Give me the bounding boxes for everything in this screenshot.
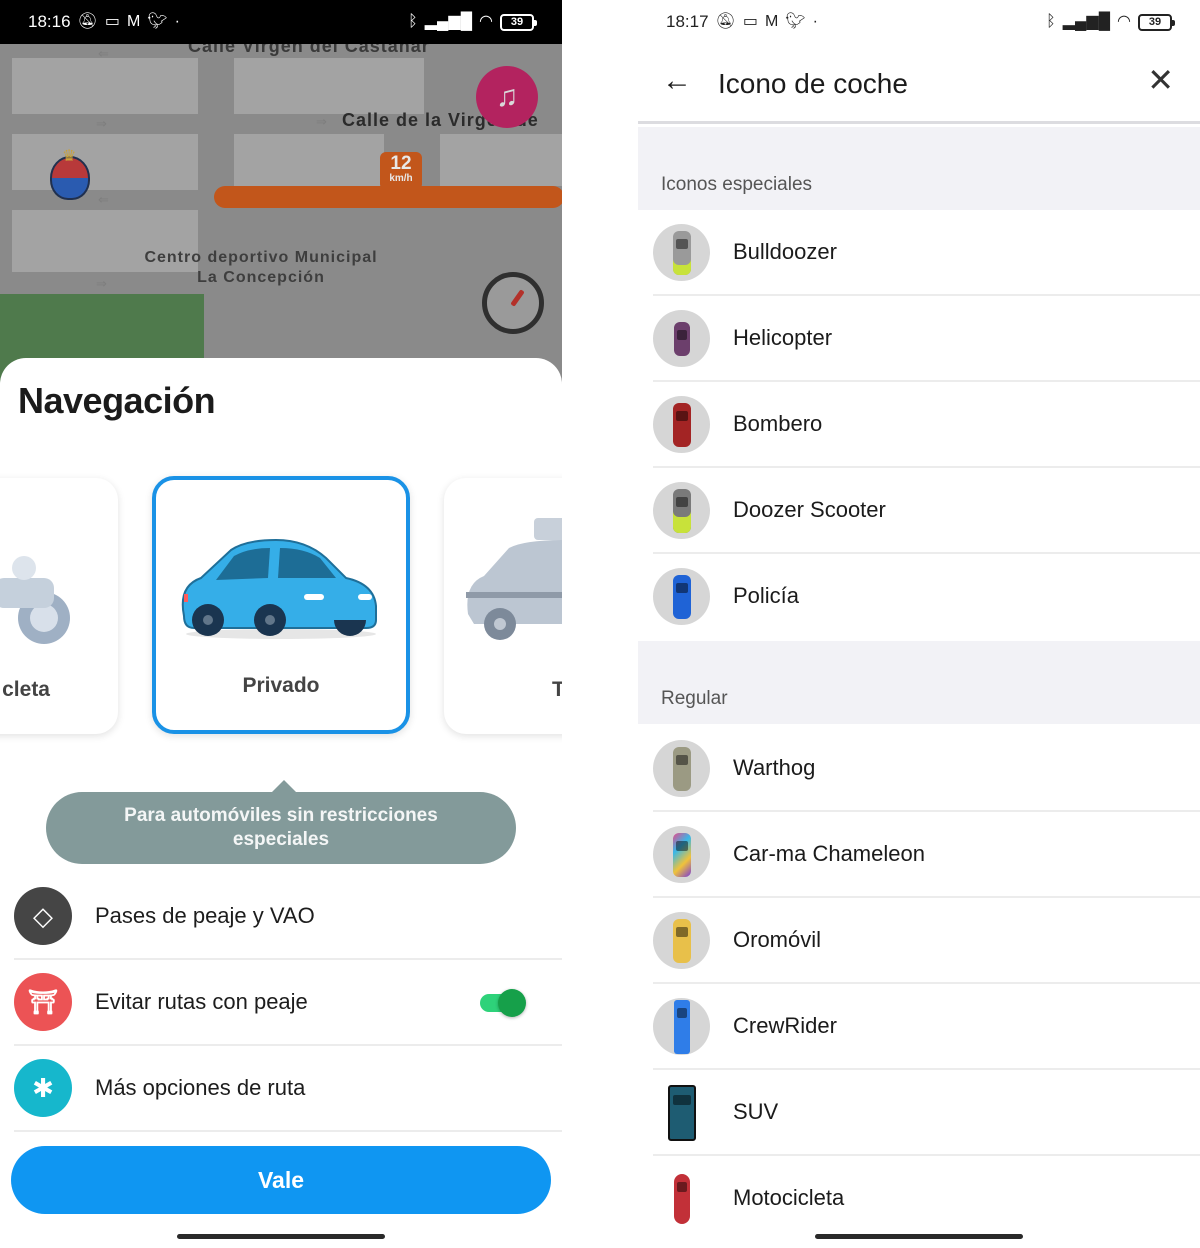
twitter-icon: 🐦︎: [785, 13, 806, 30]
music-note-icon: ♫: [495, 80, 519, 113]
bulldozer-icon: [653, 224, 710, 281]
home-indicator[interactable]: [177, 1234, 385, 1239]
police-car-icon: [653, 568, 710, 625]
map-block: [12, 58, 198, 114]
speedometer-icon[interactable]: [482, 272, 544, 334]
chameleon-car-icon: [653, 826, 710, 883]
navigation-screen: 18:16 🔕︎ ▭ M 🐦︎ · ᛒ ▂▄▆█ ◠ 39 ⇐ ⇒ ⇒ ⇐ ⇒ …: [0, 0, 562, 1248]
dot-icon: ·: [812, 13, 818, 30]
vehicle-mode-taxi[interactable]: T: [444, 478, 562, 734]
option-avoid-tolls[interactable]: ⛩︎ Evitar rutas con peaje: [14, 960, 562, 1046]
suv-icon: [653, 1084, 710, 1141]
gmail-icon: M: [126, 13, 141, 30]
car-icon-item[interactable]: Bombero: [638, 382, 1200, 468]
car-icon-item[interactable]: Oromóvil: [638, 898, 1200, 984]
gmail-icon: M: [764, 13, 779, 30]
close-icon: ✕: [1147, 62, 1174, 98]
navigation-bottom-sheet: Navegación cleta Privado T Para automóvi…: [0, 358, 562, 1248]
crew-van-icon: [653, 998, 710, 1055]
direction-arrow-icon: ⇒: [96, 276, 107, 291]
arrow-left-icon: ←: [662, 64, 692, 97]
vehicle-description-tooltip: Para automóviles sin restricciones espec…: [46, 780, 516, 864]
map-block: [12, 134, 198, 190]
home-indicator[interactable]: [815, 1234, 1023, 1239]
map-block: [440, 134, 562, 186]
car-icon-item[interactable]: Bulldoozer: [638, 210, 1200, 296]
map-block: [234, 58, 424, 114]
mute-icon: 🔕︎: [715, 13, 736, 30]
map-block: [234, 134, 384, 186]
helicopter-icon: [653, 310, 710, 367]
bluetooth-icon: ᛒ: [408, 13, 418, 30]
signal-icon: ▂▄▆█: [1062, 13, 1111, 30]
toll-booth-icon: ⛩︎: [14, 973, 72, 1031]
twitter-icon: 🐦︎: [147, 13, 168, 30]
laptop-icon: ▭: [104, 13, 120, 30]
warthog-icon: [653, 740, 710, 797]
signal-icon: ▂▄▆█: [424, 13, 473, 30]
motorcycle-icon: [0, 556, 70, 644]
car-icon-item[interactable]: Doozer Scooter: [638, 468, 1200, 554]
car-icon-item[interactable]: Car-ma Chameleon: [638, 812, 1200, 898]
car-icon-item[interactable]: SUV: [638, 1070, 1200, 1156]
route-options-icon: ✱: [14, 1059, 72, 1117]
vehicle-mode-motorcycle[interactable]: cleta: [0, 478, 118, 734]
car-icon-item[interactable]: CrewRider: [638, 984, 1200, 1070]
battery-indicator: 39: [1138, 13, 1175, 31]
taxi-icon: [466, 518, 562, 640]
battery-indicator: 39: [500, 13, 537, 31]
option-toll-passes[interactable]: ◇ Pases de peaje y VAO: [14, 874, 562, 960]
wifi-icon: ◠: [1117, 13, 1131, 30]
fire-truck-icon: [653, 396, 710, 453]
bluetooth-icon: ᛒ: [1046, 13, 1056, 30]
street-label: Calle Virgen del Castañar: [188, 44, 430, 56]
direction-arrow-icon: ⇒: [316, 114, 327, 129]
laptop-icon: ▭: [742, 13, 758, 30]
close-button[interactable]: ✕: [1147, 64, 1174, 96]
avoid-tolls-toggle[interactable]: [480, 989, 526, 1017]
car-icon-item[interactable]: Warthog: [638, 726, 1200, 812]
dot-icon: ·: [174, 13, 180, 30]
map-view[interactable]: ⇐ ⇒ ⇒ ⇐ ⇒ Calle Virgen del Castañar Call…: [0, 44, 562, 384]
section-header-special: Iconos especiales: [638, 127, 1200, 210]
status-time: 18:17: [666, 12, 709, 31]
page-title: Icono de coche: [718, 68, 908, 99]
car-icon-item[interactable]: Helicopter: [638, 296, 1200, 382]
motorcycle-icon: [653, 1170, 710, 1227]
toll-pass-diamond-icon: ◇: [14, 887, 72, 945]
car-icon-screen: 18:17 🔕︎ ▭ M 🐦︎ · ᛒ ▂▄▆█ ◠ 39 ← Icono de…: [638, 0, 1200, 1248]
wifi-icon: ◠: [479, 13, 493, 30]
option-more-route-options[interactable]: ✱ Más opciones de ruta: [14, 1046, 562, 1132]
back-button[interactable]: ←: [662, 66, 692, 96]
vehicle-mode-private-car[interactable]: Privado: [152, 476, 410, 734]
gold-car-icon: [653, 912, 710, 969]
status-time: 18:16: [28, 12, 71, 31]
music-button[interactable]: ♫: [476, 66, 538, 128]
sheet-title: Navegación: [18, 380, 216, 421]
direction-arrow-icon: ⇐: [98, 46, 109, 61]
status-bar: 18:17 🔕︎ ▭ M 🐦︎ · ᛒ ▂▄▆█ ◠ 39: [638, 0, 1200, 44]
speed-limit-badge: 12 km/h: [380, 152, 422, 190]
app-bar: ← Icono de coche ✕: [638, 44, 1200, 124]
section-header-regular: Regular: [638, 641, 1200, 724]
direction-arrow-icon: ⇒: [96, 116, 107, 131]
user-avatar-marker: [50, 146, 90, 200]
status-bar: 18:16 🔕︎ ▭ M 🐦︎ · ᛒ ▂▄▆█ ◠ 39: [0, 0, 562, 44]
private-car-icon: [181, 538, 377, 639]
car-icon-item[interactable]: Policía: [638, 554, 1200, 640]
direction-arrow-icon: ⇐: [98, 192, 109, 207]
car-icon-item[interactable]: Motocicleta: [638, 1156, 1200, 1242]
confirm-button[interactable]: Vale: [11, 1146, 551, 1214]
poi-label: Centro deportivo Municipal La Concepción: [144, 249, 378, 286]
mute-icon: 🔕︎: [77, 13, 98, 30]
scooter-icon: [653, 482, 710, 539]
